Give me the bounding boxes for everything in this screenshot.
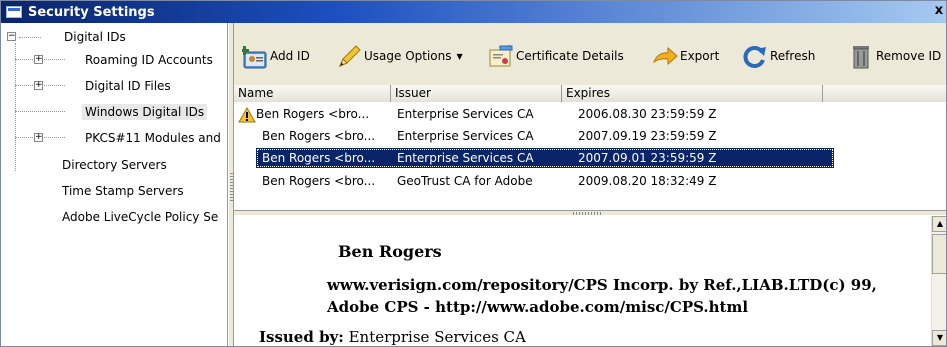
- tree-item-label: Adobe LiveCycle Policy Se: [62, 210, 219, 224]
- column-header-name[interactable]: Name: [234, 85, 391, 102]
- table-row-selected[interactable]: Ben Rogers <bro... Enterprise Services C…: [256, 148, 834, 168]
- export-arrow-icon: [652, 44, 678, 68]
- table-row[interactable]: Ben Rogers <bro... Enterprise Services C…: [234, 126, 834, 146]
- scroll-thumb[interactable]: [932, 234, 946, 274]
- certificate-icon: [488, 44, 513, 68]
- row-name: Ben Rogers <bro...: [256, 107, 370, 121]
- row-name: Ben Rogers <bro...: [262, 174, 376, 188]
- tree-item-label: Directory Servers: [62, 158, 167, 172]
- row-expires: 2007.09.19 23:59:59 Z: [578, 129, 717, 143]
- close-button[interactable]: x: [932, 4, 946, 18]
- export-label: Export: [680, 49, 720, 63]
- row-issuer: Enterprise Services CA: [397, 129, 534, 143]
- tree-item-digital-id-files[interactable]: + Digital ID Files: [1, 75, 174, 97]
- usage-options-label: Usage Options: [364, 49, 452, 63]
- remove-id-button[interactable]: Remove ID: [848, 43, 941, 69]
- add-id-label: Add ID: [270, 49, 310, 63]
- column-header-expires[interactable]: Expires: [562, 85, 823, 102]
- tree-item-digital-ids[interactable]: − Digital IDs: [1, 26, 129, 48]
- row-name: Ben Rogers <bro...: [262, 129, 376, 143]
- security-settings-window: Security Settings x − Digital IDs + Roam…: [0, 0, 947, 347]
- row-expires: 2007.09.01 23:59:59 Z: [578, 151, 717, 165]
- column-header-filler: [823, 85, 946, 102]
- title-bar: Security Settings x: [1, 1, 946, 23]
- refresh-icon: [742, 44, 766, 68]
- splitter-grip: [573, 212, 601, 215]
- subject-name: Ben Rogers: [338, 242, 442, 261]
- row-issuer: Enterprise Services CA: [397, 107, 534, 121]
- tree-item-roaming-id-accounts[interactable]: + Roaming ID Accounts: [1, 49, 216, 71]
- list-header: Name Issuer Expires: [234, 85, 946, 102]
- tree-item-label: Time Stamp Servers: [62, 184, 184, 198]
- chevron-down-icon: ▼: [456, 51, 463, 61]
- remove-id-label: Remove ID: [876, 49, 942, 63]
- tree-item-label: PKCS#11 Modules and: [85, 131, 221, 145]
- window-icon: [6, 6, 22, 18]
- trash-icon: [848, 44, 872, 69]
- export-button[interactable]: Export: [652, 43, 719, 69]
- tree-item-label: Digital IDs: [64, 30, 126, 44]
- warning-icon: [238, 104, 258, 124]
- expand-toggle-icon[interactable]: +: [34, 81, 43, 90]
- add-id-icon: [240, 44, 267, 69]
- pencil-icon: [336, 44, 361, 68]
- table-row[interactable]: Ben Rogers <bro... GeoTrust CA for Adobe…: [234, 171, 834, 191]
- tree-item-windows-digital-ids[interactable]: Windows Digital IDs: [1, 101, 208, 123]
- digital-id-list: Name Issuer Expires Ben Rogers <bro... E…: [234, 85, 946, 210]
- collapse-toggle-icon[interactable]: −: [7, 32, 16, 41]
- table-row[interactable]: Ben Rogers <bro... Enterprise Services C…: [234, 104, 834, 124]
- tree-item-label: Roaming ID Accounts: [85, 53, 213, 67]
- subject-org-unit: www.verisign.com/repository/CPS Incorp. …: [327, 276, 877, 316]
- issued-by: Issued by: Enterprise Services CA: [259, 328, 526, 346]
- refresh-label: Refresh: [770, 49, 816, 63]
- expand-toggle-icon[interactable]: +: [34, 133, 43, 142]
- certificate-details-button[interactable]: Certificate Details: [488, 43, 624, 69]
- refresh-button[interactable]: Refresh: [742, 43, 815, 69]
- tree-item-directory-servers[interactable]: Directory Servers: [1, 154, 170, 176]
- tree-item-pkcs11-modules[interactable]: + PKCS#11 Modules and: [1, 127, 224, 149]
- row-issuer: Enterprise Services CA: [397, 151, 534, 165]
- tree-item-label: Digital ID Files: [85, 79, 171, 93]
- window-title: Security Settings: [28, 4, 155, 20]
- add-id-button[interactable]: Add ID: [240, 43, 310, 69]
- tree-item-label: Windows Digital IDs: [82, 104, 208, 120]
- tree-item-time-stamp-servers[interactable]: Time Stamp Servers: [1, 180, 187, 202]
- scroll-down-icon[interactable]: ▼: [932, 330, 946, 346]
- expand-toggle-icon[interactable]: +: [34, 55, 43, 64]
- certificate-details-pane: Ben Rogers www.verisign.com/repository/C…: [234, 216, 931, 346]
- details-scrollbar[interactable]: ▲ ▼: [931, 216, 946, 346]
- row-issuer: GeoTrust CA for Adobe: [397, 174, 533, 188]
- toolbar: Add ID Usage Options ▼ Certificate Detai…: [234, 23, 946, 83]
- usage-options-button[interactable]: Usage Options ▼: [336, 43, 463, 69]
- row-name: Ben Rogers <bro...: [262, 151, 376, 165]
- issued-by-value: Enterprise Services CA: [348, 328, 526, 346]
- scroll-up-icon[interactable]: ▲: [932, 216, 946, 232]
- row-expires: 2006.08.30 23:59:59 Z: [578, 107, 717, 121]
- tree-item-adobe-livecycle[interactable]: Adobe LiveCycle Policy Se: [1, 206, 221, 228]
- settings-tree: − Digital IDs + Roaming ID Accounts + Di…: [1, 23, 228, 346]
- issued-by-label: Issued by:: [259, 328, 344, 346]
- row-expires: 2009.08.20 18:32:49 Z: [578, 174, 717, 188]
- certificate-details-label: Certificate Details: [516, 49, 624, 63]
- column-header-issuer[interactable]: Issuer: [391, 85, 562, 102]
- splitter-grip: [230, 173, 233, 203]
